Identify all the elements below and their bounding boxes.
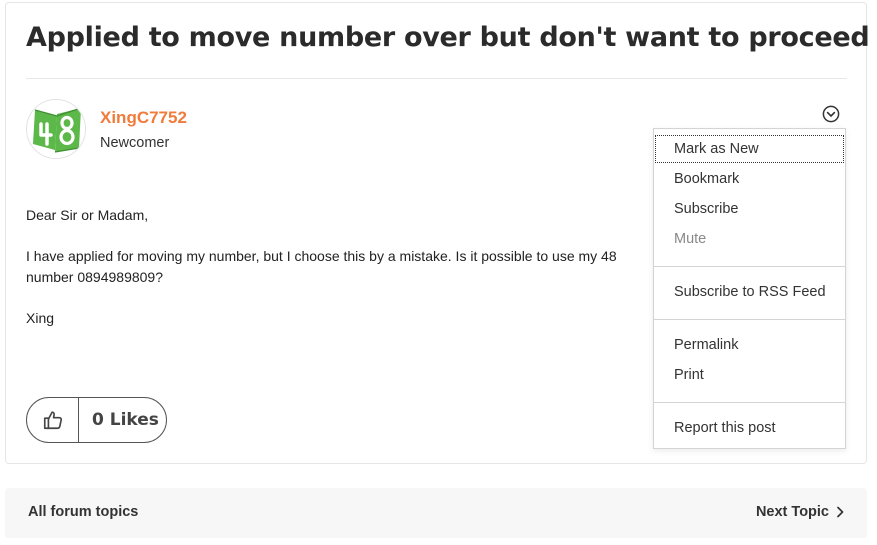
menu-item-print[interactable]: Print: [655, 361, 844, 389]
48-logo-icon: [28, 101, 85, 158]
like-button[interactable]: [27, 398, 79, 442]
all-forum-topics-link[interactable]: All forum topics: [28, 504, 138, 520]
post-options-button[interactable]: [822, 105, 840, 123]
chevron-circle-down-icon: [822, 105, 840, 123]
post-title: Applied to move number over but don't wa…: [26, 22, 870, 53]
post-body-line: number 0894989809?: [26, 269, 164, 285]
author-rank: Newcomer: [100, 135, 170, 151]
menu-item-permalink[interactable]: Permalink: [655, 331, 844, 359]
menu-separator: [654, 266, 845, 267]
post-body-signoff: Xing: [26, 310, 55, 326]
author-name-link[interactable]: XingC7752: [100, 108, 187, 128]
post-options-menu: Mark as New Bookmark Subscribe Mute Subs…: [653, 128, 846, 449]
likes-control: 0 Likes: [26, 397, 167, 443]
thumbs-up-icon: [43, 411, 62, 430]
menu-item-mute: Mute: [674, 231, 707, 247]
menu-separator: [654, 402, 845, 403]
title-divider: [26, 78, 847, 79]
next-topic-link[interactable]: Next Topic: [756, 504, 845, 520]
menu-item-report[interactable]: Report this post: [655, 414, 844, 442]
chevron-right-icon: [837, 506, 844, 518]
menu-item-subscribe[interactable]: Subscribe: [655, 195, 844, 223]
menu-item-subscribe-rss[interactable]: Subscribe to RSS Feed: [655, 278, 844, 306]
menu-item-bookmark[interactable]: Bookmark: [655, 165, 844, 193]
likes-count: 0 Likes: [92, 410, 159, 430]
menu-item-mark-as-new[interactable]: Mark as New: [655, 135, 844, 163]
avatar[interactable]: [26, 99, 86, 159]
post-body-greeting: Dear Sir or Madam,: [26, 207, 149, 223]
post-body-line: I have applied for moving my number, but…: [26, 248, 617, 264]
topic-navigation: All forum topics Next Topic: [5, 488, 867, 538]
menu-separator: [654, 319, 845, 320]
next-topic-label: Next Topic: [755, 504, 829, 520]
